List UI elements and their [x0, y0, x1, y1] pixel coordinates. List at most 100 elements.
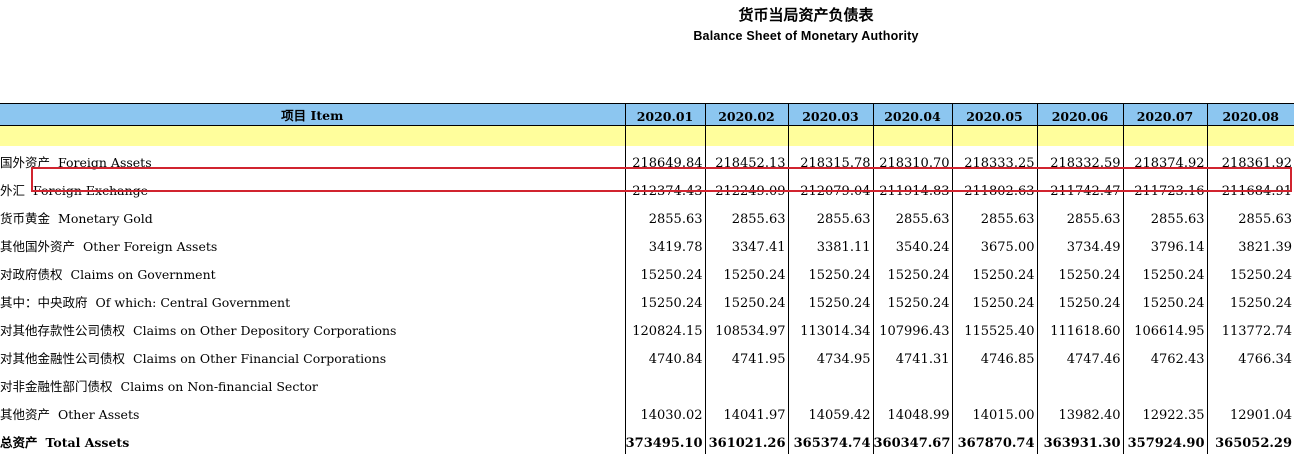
value-cell: 15250.24	[1036, 286, 1123, 314]
value-cell: 108534.97	[704, 314, 788, 342]
value-cell: 4741.95	[704, 342, 788, 370]
value-cell: 212374.43	[624, 174, 705, 202]
row-claims-on-government: 对政府债权 Claims on Government 15250.24 15250.2…	[0, 258, 1294, 286]
band-cell	[704, 125, 788, 146]
value-cell: 3419.78	[624, 230, 705, 258]
row-label-cn: 总资产	[0, 435, 38, 450]
row-label-cell: 总资产 Total Assets	[0, 426, 625, 454]
row-label-cell: 外汇 Foreign Exchange	[0, 174, 625, 202]
value-cell: 4740.84	[624, 342, 705, 370]
row-label-cn: 对政府债权	[0, 267, 63, 282]
value-cell: 14015.00	[951, 398, 1037, 426]
period-column-header: 2020.04	[872, 103, 952, 126]
row-label-cell: 其他国外资产 Other Foreign Assets	[0, 230, 625, 258]
value-cell: 15250.24	[951, 258, 1037, 286]
value-cell	[704, 370, 788, 398]
period-column-header: 2020.01	[624, 103, 705, 126]
row-label-cell: 对其他存款性公司债权 Claims on Other Depository Cor…	[0, 314, 625, 342]
value-cell: 218332.59	[1036, 146, 1123, 174]
value-cell	[1206, 370, 1294, 398]
row-label-en: Other Foreign Assets	[83, 239, 218, 254]
value-cell: 360347.67	[872, 426, 952, 454]
row-label-cn: 对其他金融性公司债权	[0, 351, 126, 366]
value-cell	[624, 370, 705, 398]
row-label-cell: 其中：中央政府 Of which: Central Government	[0, 286, 625, 314]
value-cell	[872, 370, 952, 398]
value-cell: 218374.92	[1122, 146, 1207, 174]
value-cell: 373495.10	[624, 426, 705, 454]
value-cell: 15250.24	[704, 258, 788, 286]
band-cell	[872, 125, 952, 146]
value-cell: 15250.24	[624, 258, 705, 286]
value-cell: 15250.24	[787, 258, 873, 286]
value-cell: 15250.24	[872, 258, 952, 286]
row-total-assets: 总资产 Total Assets 373495.10 361021.26 365374.…	[0, 426, 1294, 454]
section-band-row	[0, 125, 1294, 146]
value-cell: 2855.63	[624, 202, 705, 230]
row-label-en: Monetary Gold	[58, 211, 153, 226]
row-label-cn: 其他资产	[0, 407, 51, 422]
band-cell	[951, 125, 1037, 146]
value-cell: 14041.97	[704, 398, 788, 426]
value-cell: 3821.39	[1206, 230, 1294, 258]
value-cell: 15250.24	[1036, 258, 1123, 286]
row-label-cn: 货币黄金	[0, 211, 51, 226]
row-foreign-assets: 国外资产 Foreign Assets 218649.84 218452.13 2183…	[0, 146, 1294, 174]
row-label-cn: 对非金融性部门债权	[0, 379, 113, 394]
balance-sheet-table: 项目 Item 2020.01 2020.02 2020.03 2020.04 …	[0, 103, 1294, 454]
value-cell: 2855.63	[951, 202, 1037, 230]
value-cell	[787, 370, 873, 398]
value-cell: 2855.63	[704, 202, 788, 230]
row-label-cell: 对其他金融性公司债权 Claims on Other Financial Corp…	[0, 342, 625, 370]
value-cell: 211914.83	[872, 174, 952, 202]
value-cell: 211802.63	[951, 174, 1037, 202]
value-cell: 15250.24	[787, 286, 873, 314]
value-cell: 361021.26	[704, 426, 788, 454]
row-other-foreign-assets: 其他国外资产 Other Foreign Assets 3419.78 3347.41…	[0, 230, 1294, 258]
value-cell: 14048.99	[872, 398, 952, 426]
row-label-en: Other Assets	[58, 407, 140, 422]
value-cell: 4766.34	[1206, 342, 1294, 370]
value-cell: 367870.74	[951, 426, 1037, 454]
value-cell: 4746.85	[951, 342, 1037, 370]
band-cell	[1122, 125, 1207, 146]
value-cell: 13982.40	[1036, 398, 1123, 426]
value-cell: 4741.31	[872, 342, 952, 370]
value-cell	[1036, 370, 1123, 398]
value-cell: 218649.84	[624, 146, 705, 174]
value-cell: 4734.95	[787, 342, 873, 370]
value-cell: 2855.63	[872, 202, 952, 230]
row-label-en: Claims on Other Depository Corporations	[133, 323, 397, 338]
row-label-en: Foreign Exchange	[33, 183, 149, 198]
row-central-government: 其中：中央政府 Of which: Central Government 15250…	[0, 286, 1294, 314]
value-cell: 212249.09	[704, 174, 788, 202]
value-cell: 363931.30	[1036, 426, 1123, 454]
period-column-header: 2020.05	[951, 103, 1037, 126]
row-label-en: Claims on Government	[70, 267, 216, 282]
value-cell: 15250.24	[704, 286, 788, 314]
value-cell: 3796.14	[1122, 230, 1207, 258]
value-cell: 15250.24	[951, 286, 1037, 314]
value-cell: 2855.63	[1036, 202, 1123, 230]
value-cell: 218333.25	[951, 146, 1037, 174]
value-cell: 365374.74	[787, 426, 873, 454]
row-label-cn: 外汇	[0, 183, 26, 198]
value-cell	[951, 370, 1037, 398]
row-claims-on-non-financial-sector: 对非金融性部门债权 Claims on Non-financial Sector	[0, 370, 1294, 398]
value-cell: 15250.24	[624, 286, 705, 314]
row-label-cell: 其他资产 Other Assets	[0, 398, 625, 426]
row-claims-on-other-financial-corporations: 对其他金融性公司债权 Claims on Other Financial Corp…	[0, 342, 1294, 370]
band-cell	[1206, 125, 1294, 146]
value-cell: 211742.47	[1036, 174, 1123, 202]
value-cell: 14030.02	[624, 398, 705, 426]
row-label-cn: 对其他存款性公司债权	[0, 323, 126, 338]
row-label-cn: 其他国外资产	[0, 239, 76, 254]
value-cell: 115525.40	[951, 314, 1037, 342]
value-cell: 218361.92	[1206, 146, 1294, 174]
page-subtitle: Balance Sheet of Monetary Authority	[693, 29, 919, 43]
value-cell: 113014.34	[787, 314, 873, 342]
row-label-en: Total Assets	[45, 435, 130, 450]
value-cell: 106614.95	[1122, 314, 1207, 342]
value-cell: 218452.13	[704, 146, 788, 174]
item-column-header: 项目 Item	[0, 103, 625, 126]
